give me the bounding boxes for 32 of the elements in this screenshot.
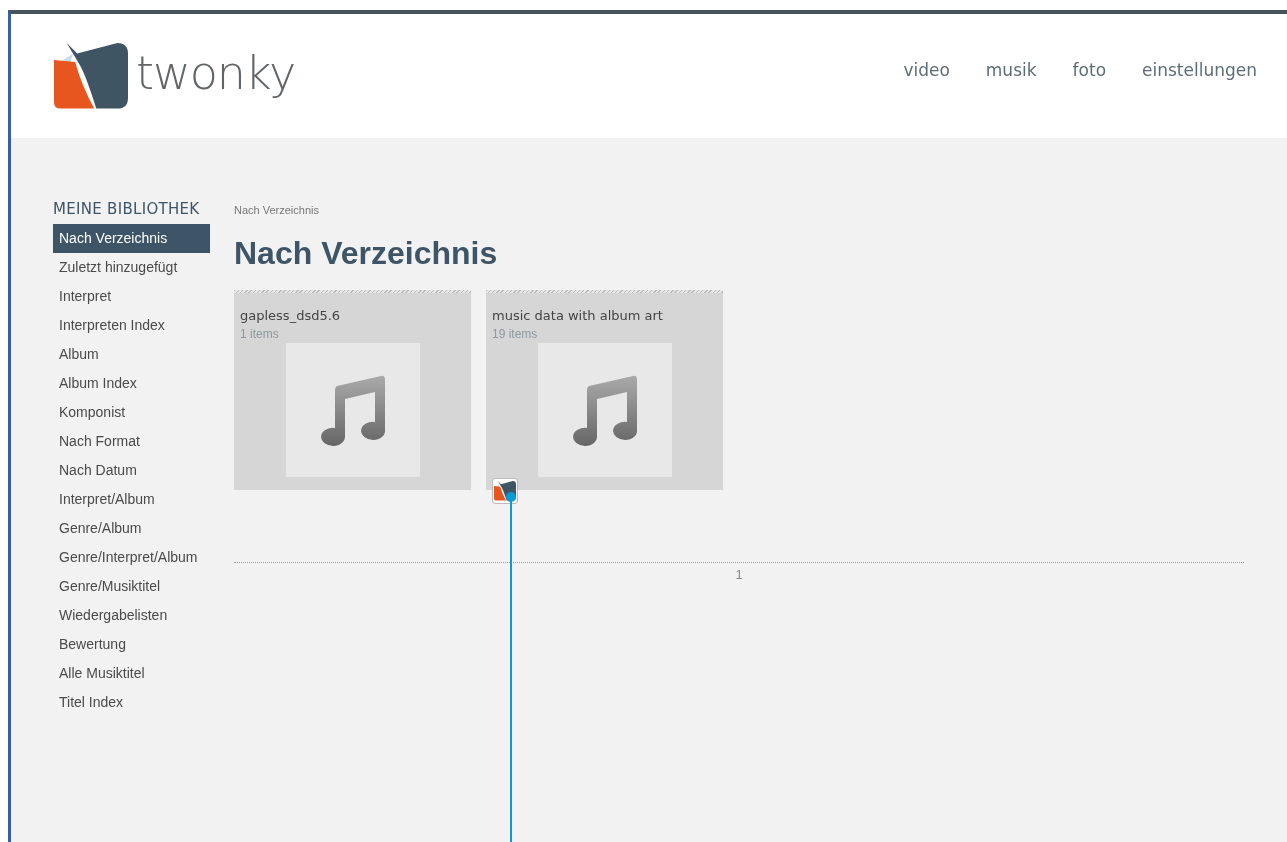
nav-link[interactable]: foto <box>1072 60 1107 80</box>
sidebar-item[interactable]: Genre/Interpret/Album <box>53 543 210 572</box>
sidebar-item[interactable]: Nach Verzeichnis <box>53 224 210 253</box>
sidebar-item[interactable]: Interpreten Index <box>53 311 210 340</box>
folder-card[interactable]: music data with album art 19 items <box>486 290 723 490</box>
item-count: 1 items <box>239 326 280 341</box>
nav-link[interactable]: musik <box>985 60 1037 80</box>
folder-card[interactable]: gapless_dsd5.6 1 items <box>234 290 471 490</box>
sidebar-item[interactable]: Album Index <box>53 369 210 398</box>
folder-name: gapless_dsd5.6 <box>239 307 342 323</box>
sidebar-item[interactable]: Alle Musiktitel <box>53 659 210 688</box>
sidebar-heading: MEINE BIBLIOTHEK <box>53 200 201 218</box>
breadcrumb: Nach Verzeichnis <box>234 204 320 216</box>
sidebar-item[interactable]: Bewertung <box>53 630 210 659</box>
sidebar-item[interactable]: Interpret/Album <box>53 485 210 514</box>
sidebar-item[interactable]: Nach Format <box>53 427 210 456</box>
nav-link[interactable]: video <box>903 60 950 80</box>
sidebar-item[interactable]: Genre/Musiktitel <box>53 572 210 601</box>
sidebar-item[interactable]: Zuletzt hinzugefügt <box>53 253 210 282</box>
sidebar-item[interactable]: Album <box>53 340 210 369</box>
sidebar-item[interactable]: Interpret <box>53 282 210 311</box>
sidebar-item[interactable]: Wiedergabelisten <box>53 601 210 630</box>
folder-name: music data with album art <box>491 307 664 323</box>
sidebar-item[interactable]: Genre/Album <box>53 514 210 543</box>
page-title: Nach Verzeichnis <box>234 235 499 272</box>
sidebar-item[interactable]: Komponist <box>53 398 210 427</box>
sidebar-item[interactable]: Nach Datum <box>53 456 210 485</box>
logo-text: twonky <box>136 46 296 100</box>
sidebar-item[interactable]: Titel Index <box>53 688 210 717</box>
logo-icon <box>54 43 128 109</box>
item-count: 19 items <box>491 326 539 341</box>
nav-link[interactable]: einstellungen <box>1142 60 1257 80</box>
